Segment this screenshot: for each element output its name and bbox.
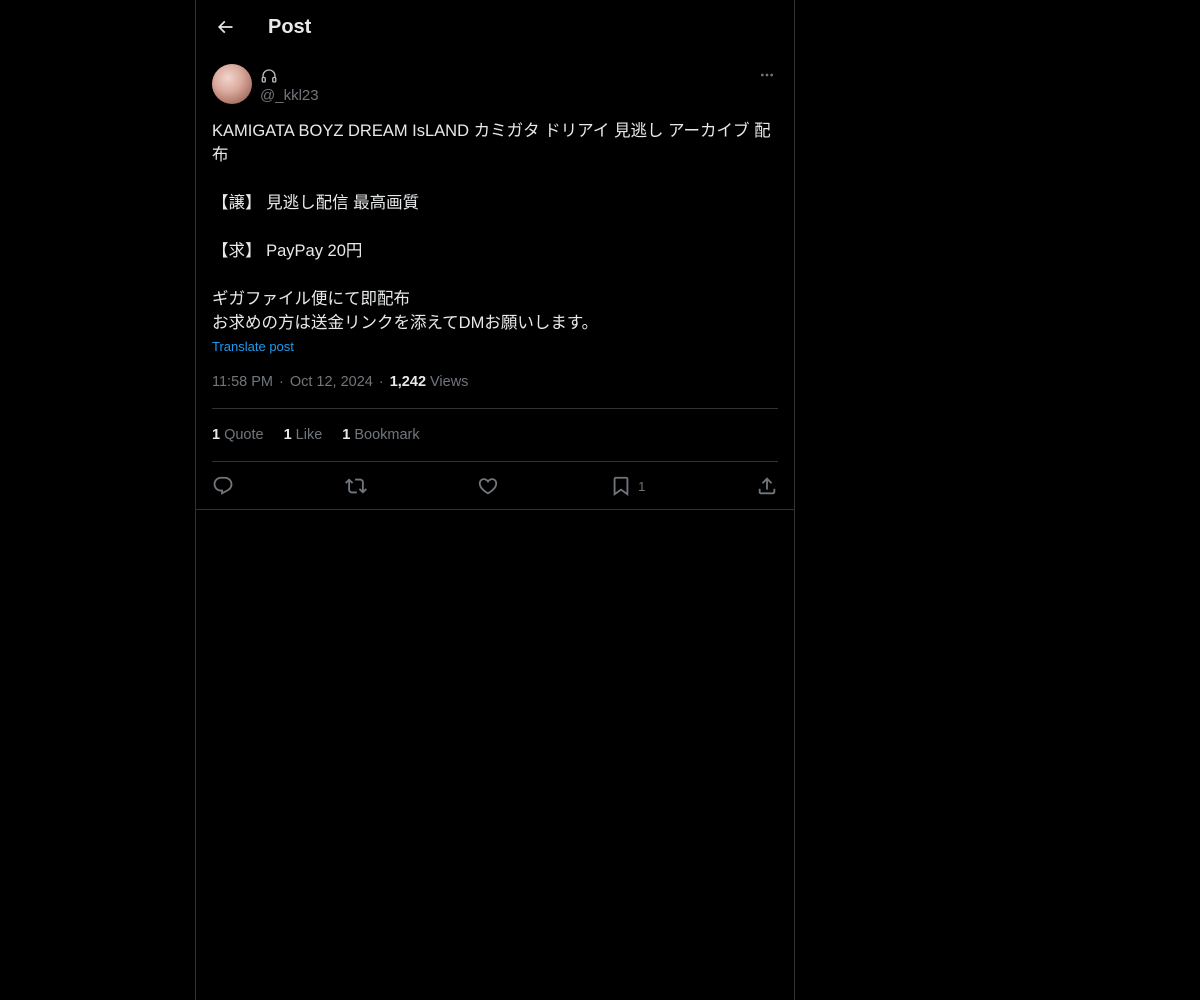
post-column: Post @_kkl23 KAMIGATA BOYZ DREAM IsLAND …: [195, 0, 795, 1000]
meta-separator: ·: [279, 374, 284, 390]
post-line: KAMIGATA BOYZ DREAM IsLAND カミガタ ドリアイ 見逃し…: [212, 122, 771, 164]
quotes-label: Quote: [224, 427, 264, 443]
translate-post-link[interactable]: Translate post: [212, 338, 294, 356]
bookmark-count: 1: [638, 478, 646, 494]
arrow-left-icon: [215, 17, 235, 37]
more-button[interactable]: [756, 64, 778, 86]
views-count: 1,242: [389, 374, 427, 390]
post-line: 【譲】 見逃し配信 最高画質: [212, 194, 420, 212]
likes-count: 1: [283, 427, 292, 443]
action-bar: 1: [212, 472, 778, 500]
reply-button[interactable]: [212, 472, 234, 500]
repost-icon: [344, 475, 367, 497]
page-title: Post: [268, 16, 312, 38]
likes-stat[interactable]: 1 Like: [284, 425, 323, 445]
post-line: ギガファイル便にて即配布: [212, 290, 410, 308]
headphones-icon: [260, 67, 278, 85]
post-line: [212, 215, 778, 239]
avatar[interactable]: [212, 64, 252, 104]
bookmarks-stat[interactable]: 1 Bookmark: [342, 425, 419, 445]
divider: [212, 408, 778, 409]
bookmark-button[interactable]: 1: [610, 472, 645, 500]
post-meta: 11:58 PM · Oct 12, 2024 · 1,242 Views: [212, 372, 468, 392]
likes-label: Like: [295, 427, 323, 443]
post-text: KAMIGATA BOYZ DREAM IsLAND カミガタ ドリアイ 見逃し…: [212, 119, 778, 335]
post-bottom-border: [196, 509, 794, 510]
post-date[interactable]: Oct 12, 2024: [290, 372, 373, 392]
post-line: お求めの方は送金リンクを添えてDMお願いします。: [212, 314, 599, 332]
display-name[interactable]: [260, 66, 278, 86]
top-bar: Post: [196, 0, 794, 53]
post-line: 【求】 PayPay 20円: [212, 242, 363, 260]
heart-icon: [477, 475, 499, 497]
views-label: Views: [430, 374, 469, 390]
post-line: [212, 167, 778, 191]
quotes-count: 1: [212, 427, 221, 443]
like-button[interactable]: [477, 472, 499, 500]
bookmarks-label: Bookmark: [354, 427, 420, 443]
divider: [212, 461, 778, 462]
bookmark-icon: [610, 475, 632, 497]
author-handle[interactable]: @_kkl23: [260, 86, 319, 106]
meta-separator: ·: [378, 374, 384, 390]
reply-icon: [212, 475, 234, 497]
bookmarks-count: 1: [342, 427, 351, 443]
back-button[interactable]: [208, 10, 242, 44]
post-author: @_kkl23: [212, 64, 778, 108]
post-line: [212, 263, 778, 287]
share-button[interactable]: [756, 472, 778, 500]
repost-button[interactable]: [344, 472, 367, 500]
more-horizontal-icon: [759, 67, 775, 83]
quotes-stat[interactable]: 1 Quote: [212, 425, 264, 445]
post-time[interactable]: 11:58 PM: [212, 372, 273, 392]
share-icon: [756, 475, 778, 497]
post-stats: 1 Quote 1 Like 1 Bookmark: [212, 425, 440, 445]
